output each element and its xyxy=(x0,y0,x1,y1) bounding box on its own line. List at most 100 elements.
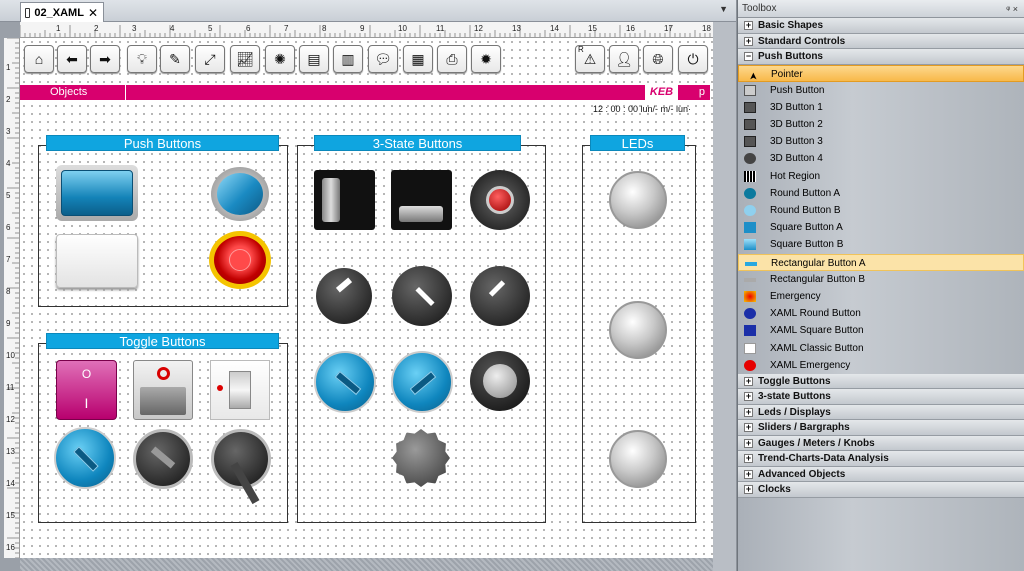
power-button[interactable]: ⏻ xyxy=(678,45,708,73)
expand-icon[interactable]: + xyxy=(744,407,753,417)
push-button-classic[interactable] xyxy=(56,234,138,288)
chat-button[interactable]: 💬︎ xyxy=(368,45,398,73)
printer-button[interactable]: ⎙ xyxy=(437,45,467,73)
globe-button[interactable]: 🌐︎ xyxy=(643,45,673,73)
power-icon: ⏻ xyxy=(687,50,699,67)
settings-button[interactable]: ✹ xyxy=(471,45,501,73)
toolbox-item-hot-region[interactable]: Hot Region xyxy=(738,168,1024,185)
toolbox-group-leds-displays[interactable]: + Leds / Displays xyxy=(738,404,1024,421)
expand-icon[interactable]: + xyxy=(744,485,753,495)
three-state-red-led-button[interactable] xyxy=(470,170,530,230)
close-tab-icon[interactable]: ✕ xyxy=(88,6,98,20)
toolbox-panel: Toolbox ᵠ × + Basic Shapes + Standard Contr… xyxy=(737,0,1024,571)
toolbox-item-xaml-round-button[interactable]: XAML Round Button xyxy=(738,305,1024,322)
book-button[interactable]: ▥ xyxy=(333,45,363,73)
toggle-lever-knob[interactable] xyxy=(211,429,271,505)
toolbox-item-square-button-a[interactable]: Square Button A xyxy=(738,219,1024,236)
expand-icon[interactable]: + xyxy=(744,21,753,30)
lightbulb-button[interactable]: 💡︎ xyxy=(127,45,157,73)
knob-3[interactable] xyxy=(470,266,530,326)
expand-icon[interactable]: + xyxy=(744,423,753,433)
three-state-rocker-1[interactable] xyxy=(314,170,375,230)
chart-button[interactable]: 📈︎ xyxy=(230,45,260,73)
toggle-blue-selector[interactable] xyxy=(54,427,116,489)
alarm-button[interactable]: ✺ xyxy=(265,45,295,73)
toggle-dark-knob[interactable] xyxy=(133,429,193,489)
clapper-button[interactable]: ▦ xyxy=(403,45,433,73)
knob-1[interactable] xyxy=(316,268,372,324)
three-state-gray-knob[interactable] xyxy=(470,351,530,411)
xaml-classic-icon xyxy=(744,342,756,354)
toolbox-group-label: Push Buttons xyxy=(758,51,823,62)
collapse-icon[interactable]: − xyxy=(744,52,753,61)
toolbox-group-advanced-objects[interactable]: + Advanced Objects xyxy=(738,466,1024,483)
h-ruler-label: 15 xyxy=(588,24,597,33)
v-ruler-label: 5 xyxy=(6,191,11,200)
back-button[interactable]: ⬅ xyxy=(57,45,87,73)
toolbox-item-label: XAML Emergency xyxy=(770,359,851,371)
horizontal-scrollbar[interactable] xyxy=(20,558,713,571)
pin-close-icon[interactable]: ᵠ × xyxy=(1006,0,1018,18)
led-2 xyxy=(609,301,667,359)
toolbox-item-push-button[interactable]: Push Button xyxy=(738,82,1024,99)
push-button-blue-round[interactable] xyxy=(211,167,269,221)
toolbox-item-pointer[interactable]: ➤ Pointer xyxy=(738,64,1024,82)
toolbox-group-standard-controls[interactable]: + Standard Controls xyxy=(738,33,1024,49)
monitor-icon xyxy=(25,7,31,18)
document-button[interactable]: ▤ xyxy=(299,45,329,73)
expand-icon[interactable]: + xyxy=(744,36,753,46)
user-button[interactable]: 👤︎ xyxy=(609,45,639,73)
vertical-scrollbar[interactable] xyxy=(713,22,736,571)
forward-button[interactable]: ➡ xyxy=(90,45,120,73)
tool-button[interactable]: ✎ xyxy=(160,45,190,73)
toolbox-item-rectangular-button-b[interactable]: Rectangular Button B xyxy=(738,271,1024,288)
toolbox-item-label: Rectangular Button B xyxy=(770,273,866,285)
emergency-button[interactable] xyxy=(209,231,271,289)
warning-superscript: R xyxy=(578,45,584,54)
toggle-gray-rocker[interactable] xyxy=(133,360,193,420)
toolbox-item-round-button-b[interactable]: Round Button B xyxy=(738,202,1024,219)
toolbox-item-rectangular-button-a[interactable]: Rectangular Button A xyxy=(738,253,1024,271)
toggle-pink-switch[interactable]: O I xyxy=(56,360,117,420)
toolbox-item-3d-button-1[interactable]: 3D Button 1 xyxy=(738,99,1024,116)
toolbox-item-round-button-a[interactable]: Round Button A xyxy=(738,185,1024,202)
knob-2[interactable] xyxy=(392,266,452,326)
resize-button[interactable]: ⤢ xyxy=(195,45,225,73)
warning-button[interactable]: R ⚠ xyxy=(575,45,605,73)
expand-icon[interactable]: + xyxy=(744,392,753,402)
blue-selector-1[interactable] xyxy=(314,351,376,413)
expand-icon[interactable]: + xyxy=(744,438,753,448)
expand-icon[interactable]: + xyxy=(744,469,753,479)
home-button[interactable]: ⌂ xyxy=(24,45,54,73)
tab-title: 02_XAML xyxy=(34,6,84,19)
led-3 xyxy=(609,430,667,488)
toolbox-group-trend-charts-data-analysis[interactable]: + Trend-Charts-Data Analysis xyxy=(738,451,1024,467)
blue-selector-2[interactable] xyxy=(391,351,453,413)
toolbox-item-xaml-classic-button[interactable]: XAML Classic Button xyxy=(738,340,1024,357)
toggle-classic-switch[interactable] xyxy=(210,360,270,420)
toolbox-item-3d-button-2[interactable]: 3D Button 2 xyxy=(738,116,1024,133)
expand-icon[interactable]: + xyxy=(744,454,753,464)
toolbox-item-emergency[interactable]: Emergency xyxy=(738,288,1024,305)
toolbox-group-push-buttons[interactable]: − Push Buttons xyxy=(738,49,1024,65)
push-button-blue-rect[interactable] xyxy=(56,165,138,221)
toolbox-item-3d-button-3[interactable]: 3D Button 3 xyxy=(738,133,1024,150)
toolbox-group-sliders-bargraphs[interactable]: + Sliders / Bargraphs xyxy=(738,420,1024,436)
toolbox-group-clocks[interactable]: + Clocks xyxy=(738,482,1024,498)
toolbox-group-gauges-meters-knobs[interactable]: + Gauges / Meters / Knobs xyxy=(738,435,1024,452)
toolbox-group-toggle-buttons[interactable]: + Toggle Buttons xyxy=(738,373,1024,390)
toolbox-item-xaml-square-button[interactable]: XAML Square Button xyxy=(738,322,1024,339)
toolbox-item-square-button-b[interactable]: Square Button B xyxy=(738,236,1024,253)
h-ruler-label: 9 xyxy=(360,24,365,33)
v-ruler-label: 13 xyxy=(6,447,15,456)
document-tab[interactable]: 02_XAML ✕ xyxy=(20,2,104,22)
rect-button-b-icon xyxy=(744,277,756,282)
expand-icon[interactable]: + xyxy=(744,376,753,386)
toolbox-item-xaml-emergency[interactable]: XAML Emergency xyxy=(738,357,1024,374)
toolbox-group-basic-shapes[interactable]: + Basic Shapes xyxy=(738,18,1024,34)
vertical-ruler: 1 2 3 4 5 6 7 8 9 10 11 12 13 14 15 16 xyxy=(4,38,20,558)
toolbox-group-3-state-buttons[interactable]: +3-state Buttons xyxy=(738,389,1024,405)
toolbox-item-3d-button-4[interactable]: 3D Button 4 xyxy=(738,150,1024,167)
three-state-rocker-2[interactable] xyxy=(391,170,452,230)
tab-dropdown-icon[interactable]: ▼ xyxy=(719,4,728,14)
